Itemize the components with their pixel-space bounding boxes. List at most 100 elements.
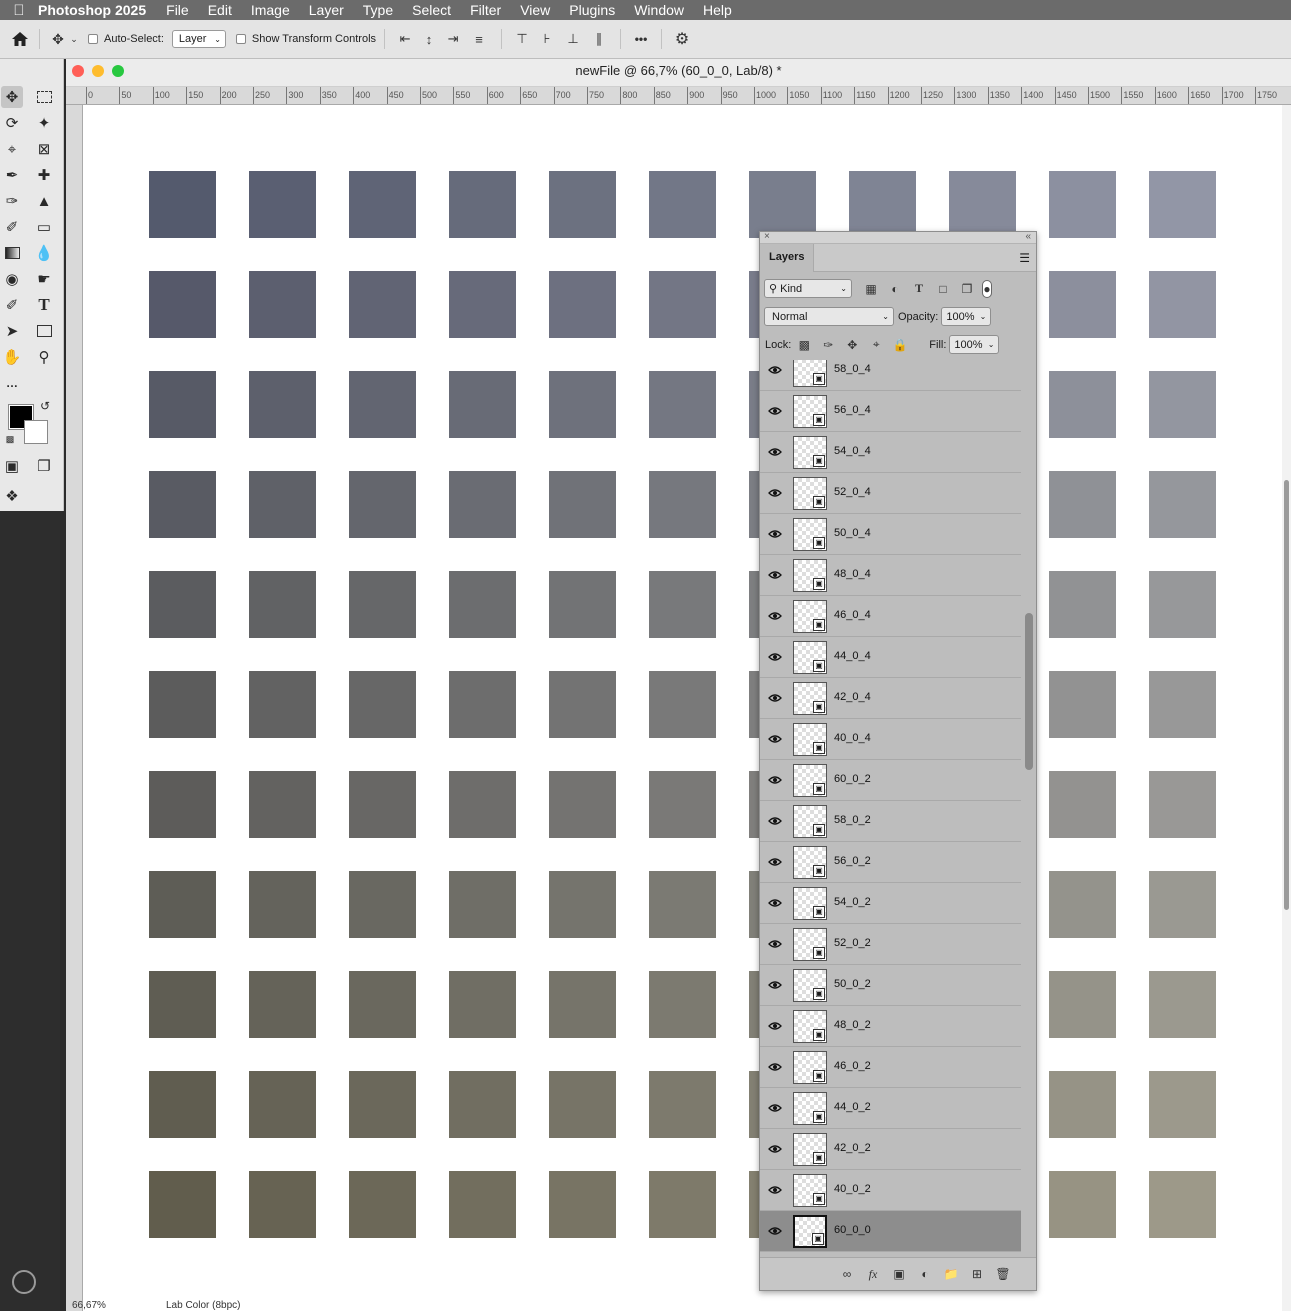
app-name-menu[interactable]: Photoshop 2025 xyxy=(38,2,146,18)
layer-row[interactable]: ▣ 54_0_2 xyxy=(760,883,1021,924)
layer-row[interactable]: ▣ 58_0_2 xyxy=(760,801,1021,842)
layer-row[interactable]: ▣ 50_0_4 xyxy=(760,514,1021,555)
blur-tool-icon[interactable]: 💧 xyxy=(33,242,55,264)
opacity-input[interactable]: 100% ⌄ xyxy=(941,307,992,326)
auto-select-checkbox[interactable] xyxy=(88,34,98,44)
crop-tool-icon[interactable]: ⌖ xyxy=(1,138,23,160)
layer-row[interactable]: ▣ 58_0_4 xyxy=(760,360,1021,391)
visibility-eye-icon[interactable] xyxy=(768,1183,782,1197)
menu-image[interactable]: Image xyxy=(251,2,290,18)
magic-wand-tool-icon[interactable]: ✦ xyxy=(33,112,55,134)
background-color-swatch[interactable] xyxy=(24,420,48,444)
visibility-eye-icon[interactable] xyxy=(768,732,782,746)
close-window-button[interactable] xyxy=(72,65,84,77)
menu-filter[interactable]: Filter xyxy=(470,2,501,18)
distribute-icon[interactable]: ≡ xyxy=(465,29,493,49)
layer-row[interactable]: ▣ 52_0_2 xyxy=(760,924,1021,965)
menu-view[interactable]: View xyxy=(520,2,550,18)
layer-row[interactable]: ▣ 40_0_2 xyxy=(760,1170,1021,1211)
visibility-eye-icon[interactable] xyxy=(768,773,782,787)
layer-row[interactable]: ▣ 48_0_4 xyxy=(760,555,1021,596)
layer-row[interactable]: ▣ 44_0_2 xyxy=(760,1088,1021,1129)
move-tool-icon[interactable]: ✥ xyxy=(1,86,23,108)
visibility-eye-icon[interactable] xyxy=(768,896,782,910)
visibility-eye-icon[interactable] xyxy=(768,650,782,664)
fill-input[interactable]: 100% ⌄ xyxy=(949,335,1000,354)
menu-select[interactable]: Select xyxy=(412,2,451,18)
blend-mode-dropdown[interactable]: Normal ⌄ xyxy=(764,307,894,326)
lock-pixels-icon[interactable]: ✑ xyxy=(819,336,837,354)
maximize-window-button[interactable] xyxy=(112,65,124,77)
visibility-eye-icon[interactable] xyxy=(768,1142,782,1156)
distribute-vertical-icon[interactable]: ∥ xyxy=(586,29,612,49)
visibility-eye-icon[interactable] xyxy=(768,527,782,541)
visibility-eye-icon[interactable] xyxy=(768,1101,782,1115)
frame-tool-icon[interactable]: ⊠ xyxy=(33,138,55,160)
menu-edit[interactable]: Edit xyxy=(208,2,232,18)
gear-icon[interactable]: ⚙ xyxy=(670,29,694,49)
new-layer-icon[interactable]: ⊞ xyxy=(968,1265,986,1283)
lock-artboard-icon[interactable]: ⌖ xyxy=(867,336,885,354)
more-options-icon[interactable]: ••• xyxy=(629,29,653,49)
visibility-eye-icon[interactable] xyxy=(768,1019,782,1033)
lock-transparent-icon[interactable]: ▩ xyxy=(795,336,813,354)
home-icon[interactable] xyxy=(9,29,31,49)
hand-tool-icon[interactable]: ✋ xyxy=(1,346,23,368)
layer-row[interactable]: ▣ 42_0_4 xyxy=(760,678,1021,719)
lock-position-icon[interactable]: ✥ xyxy=(843,336,861,354)
visibility-eye-icon[interactable] xyxy=(768,404,782,418)
canvas[interactable] xyxy=(83,105,1282,1305)
visibility-eye-icon[interactable] xyxy=(768,937,782,951)
rectangle-tool-icon[interactable] xyxy=(33,320,55,342)
history-brush-tool-icon[interactable]: ✐ xyxy=(1,216,23,238)
lock-all-icon[interactable]: 🔒 xyxy=(891,336,909,354)
align-right-icon[interactable]: ⇥ xyxy=(441,29,465,49)
status-zoom[interactable]: 66,67% xyxy=(72,1300,106,1311)
status-profile[interactable]: Lab Color (8bpc) xyxy=(166,1300,240,1311)
eyedropper-tool-icon[interactable]: ✒ xyxy=(1,164,23,186)
marquee-tool-icon[interactable] xyxy=(33,86,55,108)
filter-kind-dropdown[interactable]: ⚲ Kind ⌄ xyxy=(764,279,852,298)
auto-select-dropdown[interactable]: Layer ⌄ xyxy=(171,30,226,48)
layer-row[interactable]: ▣ 60_0_0 xyxy=(760,1211,1021,1252)
menu-help[interactable]: Help xyxy=(703,2,732,18)
align-center-icon[interactable]: ↕ xyxy=(417,29,441,49)
layer-style-icon[interactable]: fx xyxy=(864,1265,882,1283)
layer-row[interactable]: ▣ 42_0_2 xyxy=(760,1129,1021,1170)
align-left-icon[interactable]: ⇤ xyxy=(393,29,417,49)
screen-mode-icon[interactable]: ❐ xyxy=(33,455,55,477)
layer-row[interactable]: ▣ 52_0_4 xyxy=(760,473,1021,514)
minimize-window-button[interactable] xyxy=(92,65,104,77)
scrollbar-thumb[interactable] xyxy=(1284,480,1289,910)
chevron-down-icon[interactable]: ⌄ xyxy=(68,29,80,49)
menu-window[interactable]: Window xyxy=(634,2,684,18)
swap-colors-icon[interactable]: ↺ xyxy=(37,398,53,414)
account-icon[interactable] xyxy=(12,1270,36,1294)
align-top-icon[interactable]: ⊤ xyxy=(510,29,534,49)
layer-row[interactable]: ▣ 54_0_4 xyxy=(760,432,1021,473)
layers-scrollbar[interactable] xyxy=(1023,360,1035,1268)
brush-tool-icon[interactable]: ✑ xyxy=(1,190,23,212)
path-selection-tool-icon[interactable]: ➤ xyxy=(1,320,23,342)
visibility-eye-icon[interactable] xyxy=(768,568,782,582)
visibility-eye-icon[interactable] xyxy=(768,1060,782,1074)
lasso-tool-icon[interactable]: ⟳ xyxy=(1,112,23,134)
type-tool-icon[interactable]: T xyxy=(33,294,55,316)
shape-filter-icon[interactable]: □ xyxy=(934,280,952,298)
visibility-eye-icon[interactable] xyxy=(768,691,782,705)
show-transform-checkbox[interactable] xyxy=(235,34,246,44)
layer-row[interactable]: ▣ 60_0_2 xyxy=(760,760,1021,801)
add-mask-icon[interactable]: ▣ xyxy=(890,1265,908,1283)
apple-icon[interactable]:  xyxy=(0,2,38,19)
visibility-eye-icon[interactable] xyxy=(768,978,782,992)
zoom-tool-icon[interactable]: ⚲ xyxy=(33,346,55,368)
visibility-eye-icon[interactable] xyxy=(768,609,782,623)
layer-row[interactable]: ▣ 56_0_2 xyxy=(760,842,1021,883)
menu-plugins[interactable]: Plugins xyxy=(569,2,615,18)
layer-row[interactable]: ▣ 56_0_4 xyxy=(760,391,1021,432)
more-tools-icon[interactable]: … xyxy=(1,372,23,394)
align-bottom-icon[interactable]: ⊥ xyxy=(560,29,586,49)
visibility-eye-icon[interactable] xyxy=(768,486,782,500)
layer-row[interactable]: ▣ 44_0_4 xyxy=(760,637,1021,678)
scrollbar-thumb[interactable] xyxy=(1025,613,1033,770)
